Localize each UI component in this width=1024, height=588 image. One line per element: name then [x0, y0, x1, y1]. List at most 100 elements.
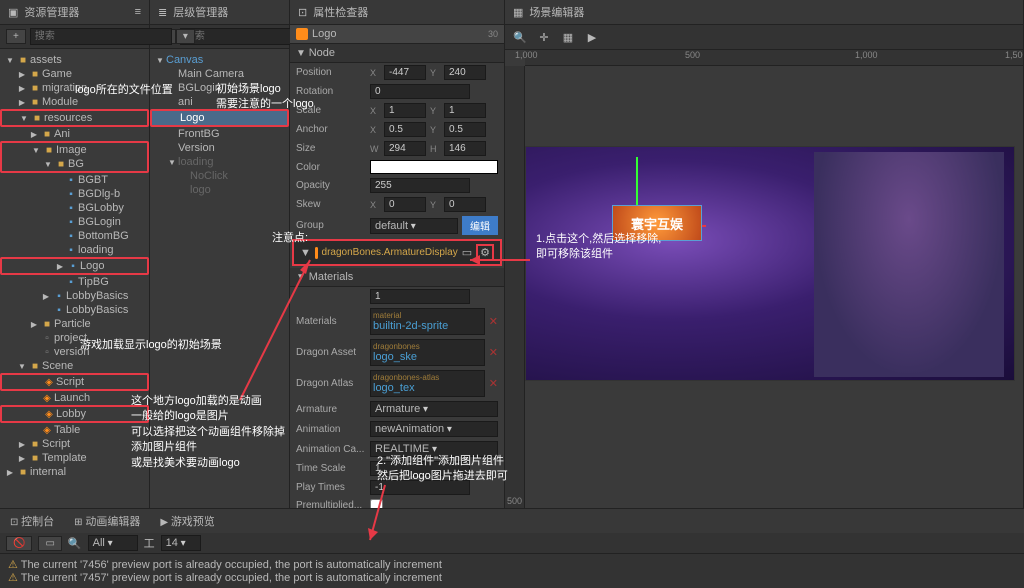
tree-item[interactable]: ▼■Scene [0, 359, 149, 373]
skew-x[interactable] [384, 197, 426, 212]
tree-item[interactable]: ▶■Template [0, 451, 149, 465]
size-h[interactable] [444, 141, 486, 156]
premult-check[interactable] [370, 499, 383, 508]
node-ani[interactable]: ani [150, 95, 289, 109]
enable-checkbox[interactable] [296, 28, 308, 40]
clear-button[interactable]: 🚫 [6, 536, 32, 551]
grid-tool-icon[interactable]: ▦ [559, 28, 577, 46]
animation-select[interactable]: newAnimation ▾ [370, 421, 498, 437]
node-frontbg[interactable]: FrontBG [150, 127, 289, 141]
mat-count[interactable] [370, 289, 470, 304]
node-loading[interactable]: ▼loading [150, 155, 289, 169]
node-camera[interactable]: Main Camera [150, 67, 289, 81]
tree-item[interactable]: ▫project [0, 331, 149, 345]
dragon-asset-slot[interactable]: dragonboneslogo_ske [370, 339, 485, 366]
opacity[interactable] [370, 178, 470, 193]
tree-item[interactable]: ▪BGBT [0, 173, 149, 187]
node-noclick[interactable]: NoClick [150, 169, 289, 183]
tree-root[interactable]: ▼■assets [0, 53, 149, 67]
playtimes[interactable] [370, 480, 470, 495]
assets-search: + ▾ [0, 25, 149, 49]
tree-item[interactable]: ▶■Game [0, 67, 149, 81]
tab-console[interactable]: ⊡ 控制台 [6, 511, 58, 531]
tab-animation[interactable]: ⊞ 动画编辑器 [70, 511, 144, 531]
viewport[interactable]: 寰宇互娱 [525, 66, 1023, 508]
group-select[interactable]: default ▾ [370, 218, 458, 234]
tree-item[interactable]: ▶■migration [0, 81, 149, 95]
add-button[interactable]: + [6, 29, 26, 44]
tree-item[interactable]: ▶■Module [0, 95, 149, 109]
tree-item-resources[interactable]: ▼■resources [2, 111, 147, 125]
console-tabs: ⊡ 控制台 ⊞ 动画编辑器 ▶ 游戏预览 [0, 509, 1024, 533]
armature-select[interactable]: Armature ▾ [370, 401, 498, 417]
highlight-image: ▼■Image ▼■BG [0, 141, 149, 173]
size-w[interactable] [384, 141, 426, 156]
tree-item[interactable]: ▪BGDlg-b [0, 187, 149, 201]
edit-button[interactable]: 编辑 [462, 216, 498, 235]
tree-item[interactable]: ▪BGLobby [0, 201, 149, 215]
search-tool-icon[interactable]: 🔍 [511, 28, 529, 46]
tree-item[interactable]: ▪loading [0, 243, 149, 257]
scale-y[interactable] [444, 103, 486, 118]
color-swatch[interactable] [370, 160, 498, 174]
anchor-tool-icon[interactable]: ✛ [535, 28, 553, 46]
timescale[interactable] [370, 461, 470, 476]
tree-item-image[interactable]: ▼■Image [2, 143, 147, 157]
close-icon[interactable]: ✕ [489, 377, 498, 390]
component-header[interactable]: ▼ dragonBones.ArmatureDisplay ▭ ⚙ [292, 239, 502, 266]
tree-item[interactable]: ▪BottomBG [0, 229, 149, 243]
fontsize-select[interactable]: 14 ▾ [161, 535, 201, 551]
search-input[interactable] [30, 28, 172, 45]
close-icon[interactable]: ✕ [489, 315, 498, 328]
filter-icon[interactable]: 🔍 [68, 537, 82, 550]
tree-item[interactable]: ▪TipBG [0, 275, 149, 289]
search-opt[interactable]: ▾ [176, 29, 195, 44]
logo-preview[interactable]: 寰宇互娱 [612, 205, 702, 241]
help-icon[interactable]: ▭ [462, 246, 472, 259]
anchor-y[interactable] [444, 122, 486, 137]
comp-enable[interactable] [315, 247, 318, 259]
skew-y[interactable] [444, 197, 486, 212]
tree-item[interactable]: ▶■Particle [0, 317, 149, 331]
tree-item[interactable]: ▶■Script [0, 437, 149, 451]
prop-premult: Premultiplied... [290, 497, 504, 508]
tree-item[interactable]: ▶▪LobbyBasics [0, 289, 149, 303]
node-version[interactable]: Version [150, 141, 289, 155]
node-section[interactable]: ▼ Node [290, 44, 504, 63]
tree-item-logo[interactable]: ▶▪Logo [2, 259, 147, 273]
tree-item-bg[interactable]: ▼■BG [2, 157, 147, 171]
materials-section[interactable]: ▼ Materials [290, 268, 504, 287]
tree-item[interactable]: ◈Launch [0, 391, 149, 405]
prop-anchor: AnchorXY [290, 120, 504, 139]
node-bglogin[interactable]: BGLogin [150, 81, 289, 95]
close-icon[interactable]: ✕ [489, 346, 498, 359]
filter-select[interactable]: All ▾ [88, 535, 138, 551]
tree-item[interactable]: ▶■Ani [0, 127, 149, 141]
prop-opacity: Opacity [290, 176, 504, 195]
material-slot[interactable]: materialbuiltin-2d-sprite [370, 308, 485, 335]
tree-item[interactable]: ▶■internal [0, 465, 149, 479]
node-logo[interactable]: Logo [152, 111, 287, 125]
node-canvas[interactable]: ▼Canvas [150, 53, 289, 67]
scene-canvas[interactable]: 1,000 500 1,000 1,500 500 寰宇互娱 [505, 50, 1023, 508]
node-logo2[interactable]: logo [150, 183, 289, 197]
prop-animation: AnimationnewAnimation ▾ [290, 419, 504, 439]
gear-icon[interactable]: ⚙ [476, 244, 494, 261]
tree-item[interactable]: ▪LobbyBasics [0, 303, 149, 317]
cache-select[interactable]: REALTIME ▾ [370, 441, 498, 457]
rotation[interactable] [370, 84, 470, 99]
scale-x[interactable] [384, 103, 426, 118]
tree-item-lobby[interactable]: ◈Lobby [2, 407, 147, 421]
tree-item[interactable]: ▫version [0, 345, 149, 359]
tree-item[interactable]: ◈Table [0, 423, 149, 437]
play-tool-icon[interactable]: ▶ [583, 28, 601, 46]
menu-icon[interactable]: ≡ [135, 6, 141, 18]
anchor-x[interactable] [384, 122, 426, 137]
tree-item[interactable]: ◈Script [2, 375, 147, 389]
tree-item[interactable]: ▪BGLogin [0, 215, 149, 229]
tab-preview[interactable]: ▶ 游戏预览 [156, 511, 218, 531]
pos-x[interactable] [384, 65, 426, 80]
open-button[interactable]: ▭ [38, 536, 61, 551]
dragon-atlas-slot[interactable]: dragonbones-atlaslogo_tex [370, 370, 485, 397]
pos-y[interactable] [444, 65, 486, 80]
